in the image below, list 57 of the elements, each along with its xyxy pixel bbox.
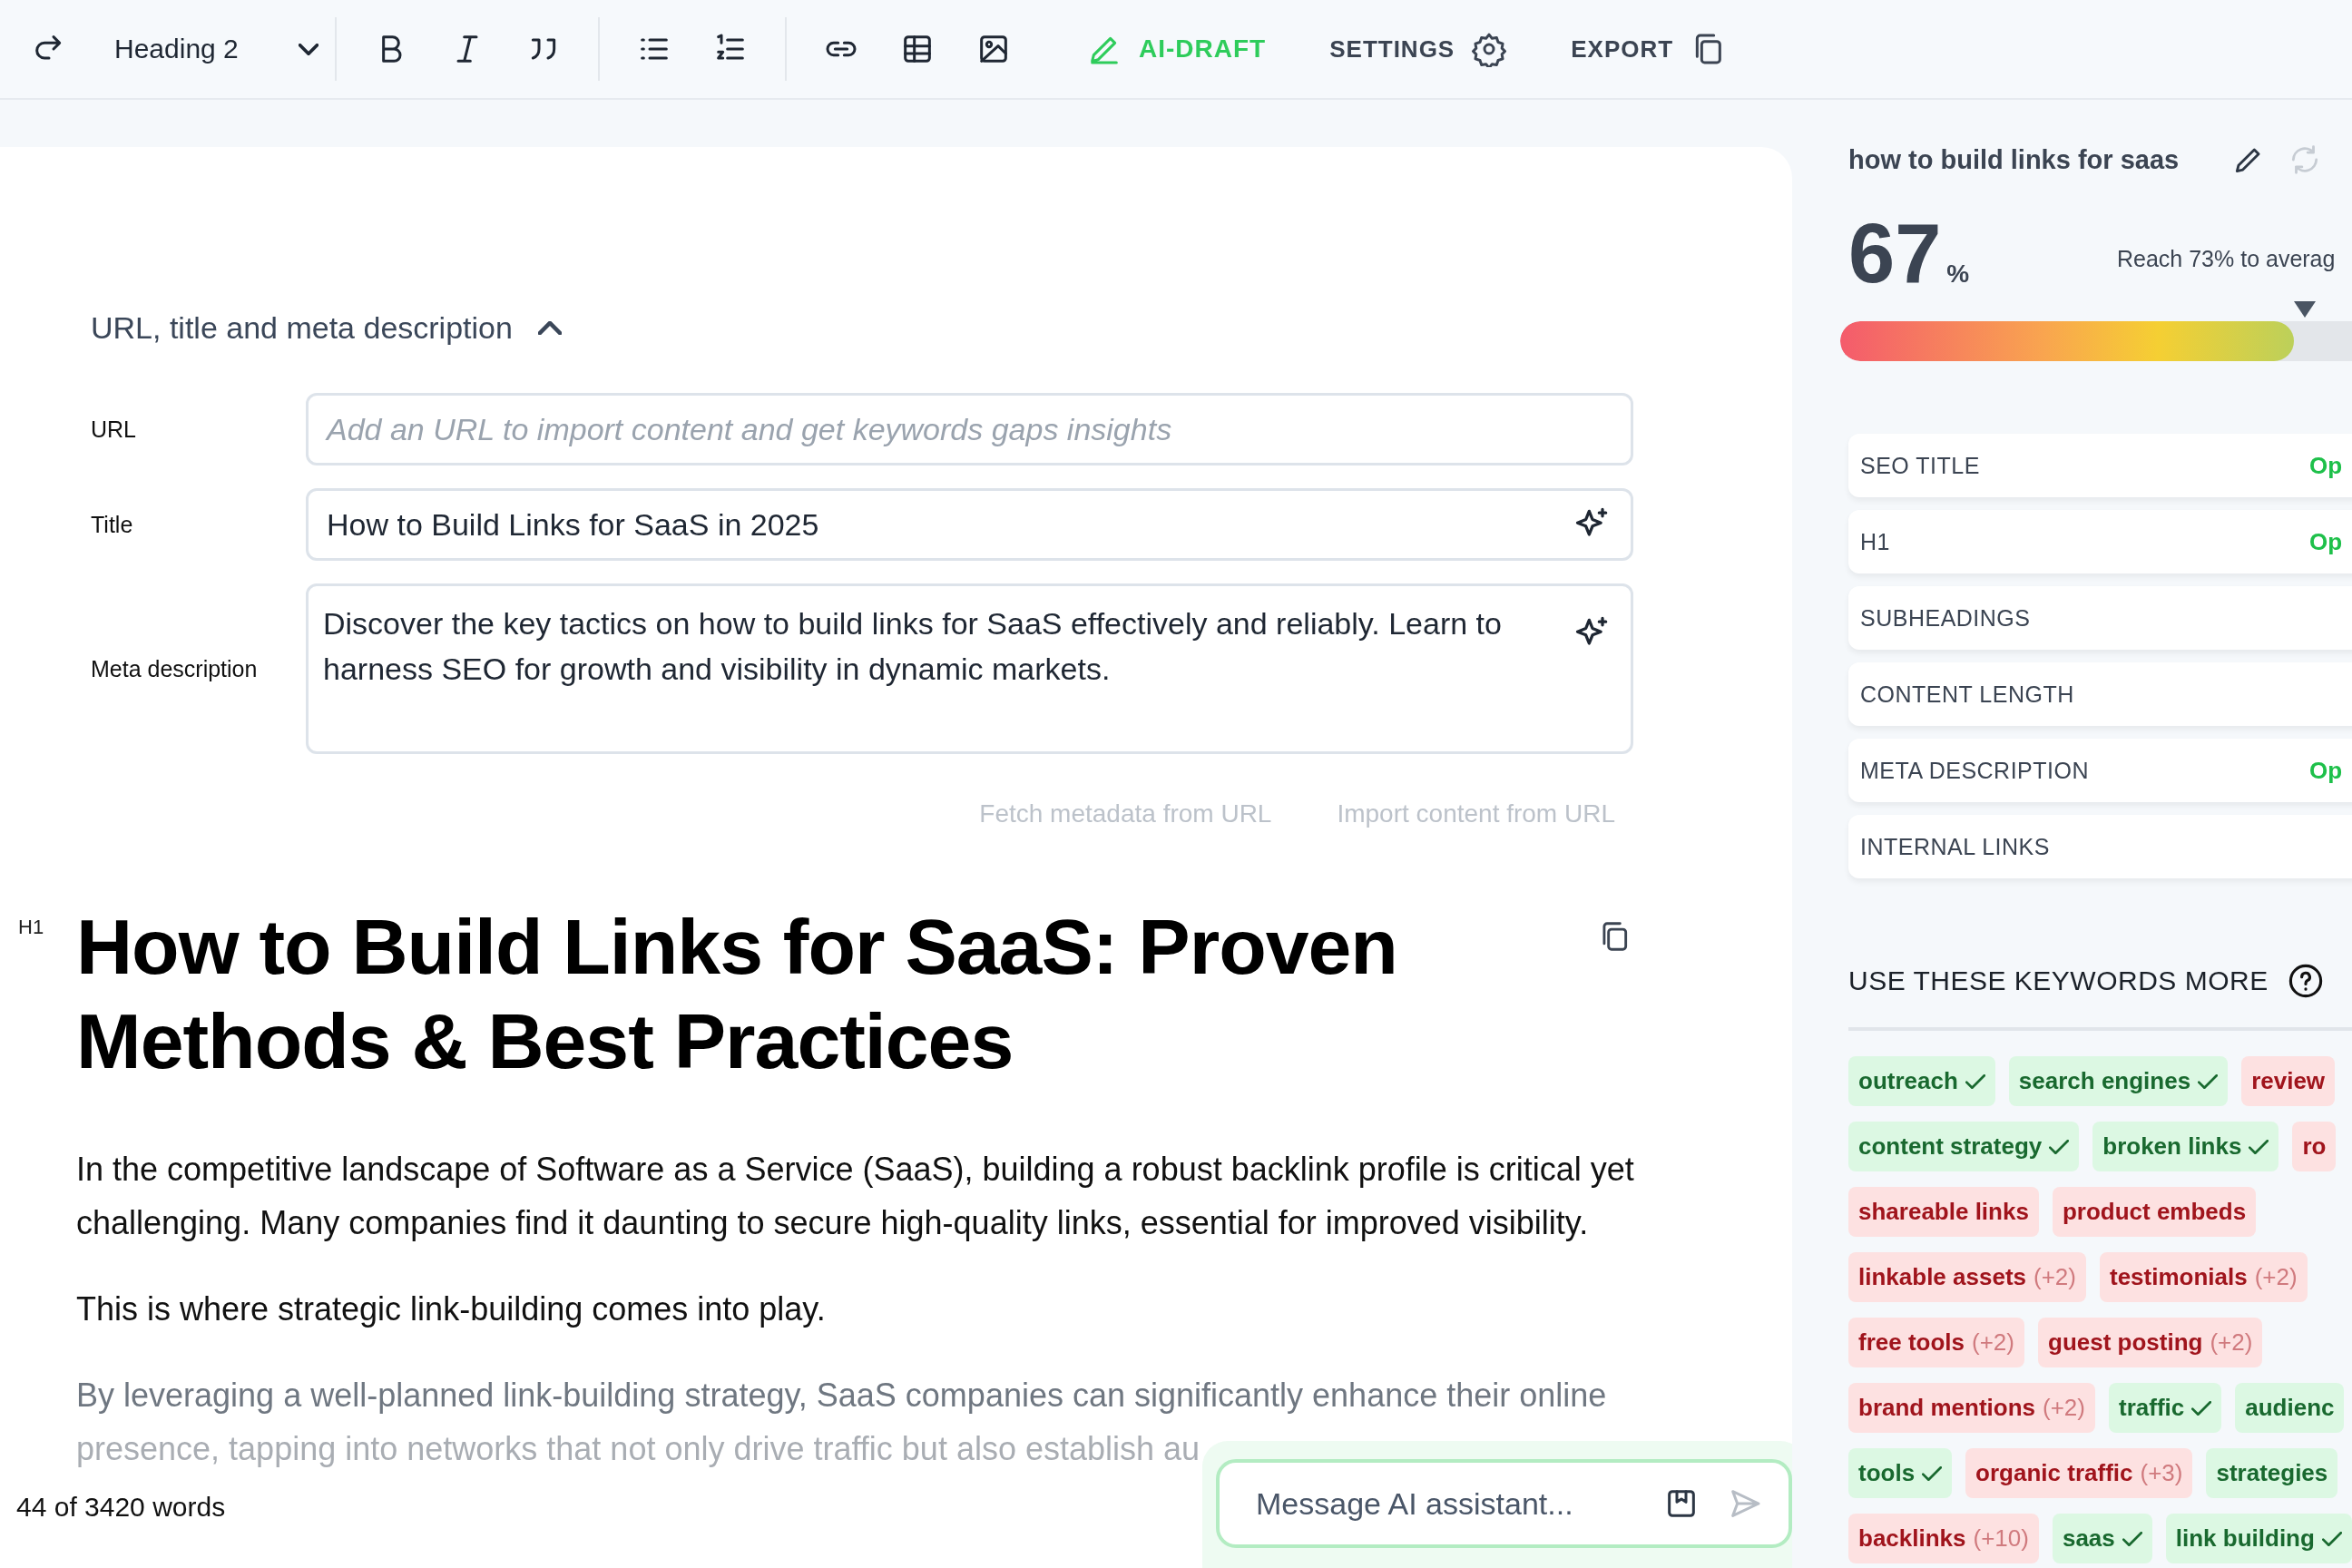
textarea-field[interactable]: Discover the key tactics on how to build links for SaaS effectively and reliably. Learn to harness SEO for growth and visibility in dynamic markets. — [306, 583, 1633, 754]
block-style-dropdown[interactable]: Heading 2 — [114, 34, 318, 64]
paragraph: This is where strategic link-building comes into play. — [76, 1289, 827, 1329]
keyword-tag: free tools (+2) — [1848, 1318, 2024, 1367]
target-text: Reach 73% to averag — [2117, 246, 2336, 272]
check-icon — [2191, 1400, 2212, 1416]
keyword-tag: shareable links — [1848, 1187, 2039, 1237]
keyword-tag: product embeds — [2052, 1187, 2257, 1237]
keyword-tag: strategies — [2206, 1448, 2338, 1498]
keyword-tag: audienc — [2235, 1383, 2345, 1433]
check-icon — [1965, 1073, 1985, 1089]
field-label: Meta description — [91, 655, 259, 682]
heading: How to Build Links for SaaS: Proven Methods & Best Practices — [76, 902, 1398, 1086]
check-icon — [2122, 1531, 2142, 1546]
toolbar-button[interactable]: EXPORT — [1571, 31, 1727, 67]
chevron-down-icon — [299, 43, 318, 55]
keyword-tag: organic traffic (+3) — [1965, 1448, 2193, 1498]
toolbar-button[interactable]: SETTINGS — [1329, 31, 1508, 67]
chevron-up-icon — [537, 321, 562, 335]
check-row[interactable]: SUBHEADINGS — [1848, 586, 2352, 650]
word-count: 44 of 3420 words — [16, 1492, 226, 1523]
keyword-tag: linkable assets (+2) — [1848, 1252, 2086, 1302]
keyword-tag: traffic — [2109, 1383, 2222, 1433]
keyword-tag: tools — [1848, 1448, 1953, 1498]
keyword-tag: link building — [2165, 1514, 2352, 1563]
check-icon — [2321, 1531, 2342, 1546]
check-row[interactable]: META DESCRIPTION Op — [1848, 739, 2352, 802]
check-icon — [2249, 1139, 2269, 1154]
check-icon — [2049, 1139, 2070, 1154]
keyword-tag: guest posting (+2) — [2038, 1318, 2263, 1367]
check-row[interactable]: SEO TITLE Op — [1848, 434, 2352, 497]
keyword-tag: broken links — [2092, 1122, 2279, 1171]
heading-tag: H1 — [18, 916, 44, 939]
keyword-tag: brand mentions (+2) — [1848, 1383, 2095, 1433]
input-field[interactable]: How to Build Links for SaaS in 2025 — [306, 488, 1633, 561]
keyword-tag: testimonials (+2) — [2099, 1252, 2308, 1302]
keyword-tag: review — [2241, 1056, 2336, 1106]
keyword-title: how to build links for saas — [1848, 144, 2180, 175]
field-label: Title — [91, 511, 134, 538]
check-icon — [1922, 1465, 1943, 1481]
paragraph: In the competitive landscape of Software as a Service (SaaS), building a robust backlink profile is critical yet challenging. Many companies find it daunting to secure high-quality links, essential for improved visibility. — [76, 1150, 1635, 1243]
section-title: USE THESE KEYWORDS MORE — [1848, 965, 2269, 996]
keyword-tag: content strategy — [1848, 1122, 2080, 1171]
keyword-tag: backlinks (+10) — [1848, 1514, 2039, 1563]
keyword-tag: saas — [2052, 1514, 2152, 1563]
keyword-tag: ro — [2292, 1122, 2337, 1171]
message-field[interactable]: Message AI assistant... — [1216, 1459, 1792, 1548]
check-row[interactable]: INTERNAL LINKS — [1848, 815, 2352, 878]
field-label: URL — [91, 416, 137, 443]
settings-icon — [1471, 31, 1508, 67]
keyword-tag: outreach — [1848, 1056, 1995, 1106]
score-value: 67% — [1848, 211, 1971, 301]
check-row[interactable]: H1 Op — [1848, 510, 2352, 573]
check-row[interactable]: CONTENT LENGTH — [1848, 662, 2352, 726]
keyword-tag: search engines — [2008, 1056, 2229, 1106]
check-icon — [2198, 1073, 2219, 1089]
section-toggle[interactable]: URL, title and meta description — [91, 310, 562, 346]
